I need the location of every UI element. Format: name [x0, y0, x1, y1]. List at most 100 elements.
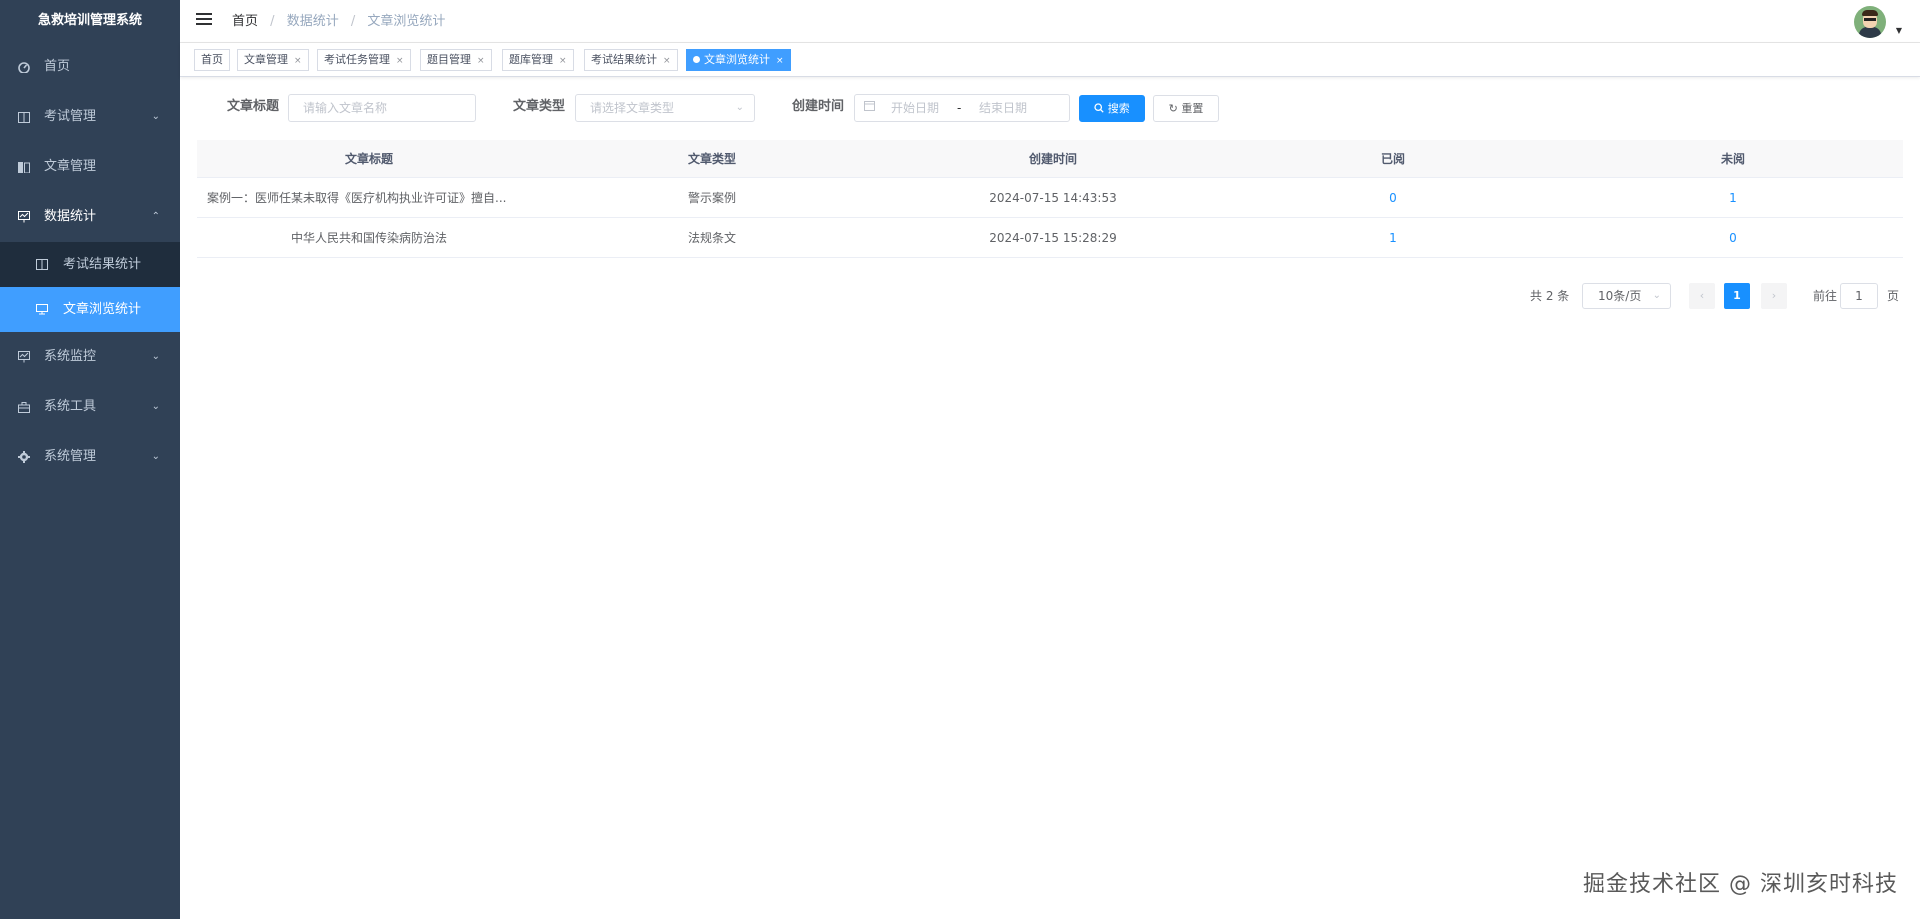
tag-article-management[interactable]: 文章管理 × [237, 49, 309, 71]
create-time-range-picker[interactable]: 开始日期 - 结束日期 [854, 94, 1070, 122]
columns-icon [17, 92, 31, 142]
dashboard-icon [17, 42, 31, 92]
search-button-label: 搜索 [1107, 102, 1130, 115]
tag-question-management[interactable]: 题目管理 × [420, 49, 492, 71]
sidebar-item-system-monitor[interactable]: 系统监控 ⌄ [0, 332, 180, 382]
close-icon[interactable]: × [294, 56, 302, 66]
cell-created-time: 2024-07-15 15:28:29 [989, 231, 1117, 245]
columns-icon [36, 242, 48, 287]
tag-article-view-stats[interactable]: 文章浏览统计 × [686, 49, 791, 71]
page-size-value: 10条/页 [1598, 289, 1642, 303]
goto-label: 前往 [1813, 289, 1838, 303]
start-date-placeholder[interactable]: 开始日期 [891, 95, 939, 121]
prev-page-button[interactable]: ‹ [1689, 283, 1715, 309]
breadcrumb-separator: / [270, 14, 275, 29]
hamburger-menu-icon[interactable] [196, 13, 212, 27]
navbar: 首页 / 数据统计 / 文章浏览统计 ▼ [180, 0, 1920, 43]
article-title-input[interactable]: 请输入文章名称 [288, 94, 476, 122]
breadcrumb: 首页 / 数据统计 / 文章浏览统计 [232, 0, 445, 43]
sidebar-item-system-tools[interactable]: 系统工具 ⌄ [0, 382, 180, 432]
column-header-read: 已阅 [1380, 152, 1405, 166]
tag-label: 考试任务管理 [324, 53, 390, 66]
sidebar-item-article-management[interactable]: 文章管理 [0, 142, 180, 192]
cell-created-time: 2024-07-15 14:43:53 [989, 191, 1117, 205]
table-row[interactable]: 案例一：医师任某未取得《医疗机构执业许可证》擅自... 警示案例 2024-07… [197, 178, 1903, 218]
tag-exam-task-management[interactable]: 考试任务管理 × [317, 49, 411, 71]
tag-home[interactable]: 首页 [194, 49, 230, 71]
close-icon[interactable]: × [559, 56, 567, 66]
cell-type: 警示案例 [687, 191, 736, 205]
sidebar-item-label: 考试管理 [44, 109, 97, 124]
page-number-button[interactable]: 1 [1724, 283, 1750, 309]
book-icon [17, 142, 31, 192]
active-dot-icon [693, 56, 700, 63]
chevron-down-icon: ⌄ [151, 351, 160, 362]
cell-read-count[interactable]: 0 [1223, 178, 1563, 218]
tag-label: 考试结果统计 [591, 53, 657, 66]
refresh-icon: ↻ [1168, 102, 1178, 115]
page-size-select[interactable]: 10条/页 ⌄ [1582, 283, 1671, 309]
avatar[interactable] [1854, 6, 1886, 38]
chart-icon [17, 192, 31, 242]
sidebar-item-system-management[interactable]: 系统管理 ⌄ [0, 432, 180, 482]
close-icon[interactable]: × [477, 56, 485, 66]
tag-label: 首页 [201, 53, 223, 66]
tag-label: 文章管理 [244, 53, 288, 66]
submenu-data-statistics: 考试结果统计 文章浏览统计 [0, 242, 180, 332]
screen-icon [36, 287, 48, 332]
search-button[interactable]: 搜索 [1079, 95, 1145, 122]
calendar-icon [864, 95, 875, 121]
breadcrumb-item-data-statistics: 数据统计 [286, 14, 339, 29]
article-title-placeholder: 请输入文章名称 [303, 101, 388, 115]
table-row[interactable]: 中华人民共和国传染病防治法 法规条文 2024-07-15 15:28:29 1… [197, 218, 1903, 258]
goto-page-value: 1 [1855, 289, 1863, 303]
next-page-button[interactable]: › [1761, 283, 1787, 309]
article-title-label: 文章标题 [227, 99, 280, 114]
cell-read-count[interactable]: 1 [1223, 218, 1563, 258]
article-view-stats-table: 文章标题 文章类型 创建时间 已阅 未阅 案例一：医师任某未取得《医疗机构执业许… [197, 140, 1903, 258]
gear-icon [17, 432, 31, 482]
sidebar-item-label: 文章浏览统计 [63, 302, 142, 317]
reset-button[interactable]: ↻ 重置 [1153, 95, 1219, 122]
range-separator: - [957, 101, 962, 115]
tag-exam-result-stats[interactable]: 考试结果统计 × [584, 49, 678, 71]
close-icon[interactable]: × [663, 56, 671, 66]
sidebar-item-label: 文章管理 [44, 159, 97, 174]
caret-down-icon[interactable]: ▼ [1896, 26, 1902, 35]
tag-label: 文章浏览统计 [704, 53, 770, 66]
chevron-down-icon: ⌄ [151, 111, 160, 122]
tag-question-bank-management[interactable]: 题库管理 × [502, 49, 574, 71]
chevron-left-icon: ‹ [1699, 289, 1705, 302]
breadcrumb-separator: / [350, 14, 356, 29]
cell-title: 中华人民共和国传染病防治法 [290, 231, 447, 245]
app-title: 急救培训管理系统 [37, 13, 142, 28]
sidebar-item-home[interactable]: 首页 [0, 42, 180, 92]
sidebar: 急救培训管理系统 首页 考试管理 ⌄ 文章管理 数据统计 ⌃ 考试结果统计 文章… [0, 0, 180, 919]
toolbox-icon [17, 382, 31, 432]
pagination-total: 共 2 条 [1530, 289, 1570, 303]
sidebar-item-article-view-stats[interactable]: 文章浏览统计 [0, 287, 180, 332]
table-header: 文章标题 文章类型 创建时间 已阅 未阅 [197, 140, 1903, 178]
monitor-icon [17, 332, 31, 382]
sidebar-item-exam-result-stats[interactable]: 考试结果统计 [0, 242, 180, 287]
tag-label: 题库管理 [509, 53, 553, 66]
cell-title: 案例一：医师任某未取得《医疗机构执业许可证》擅自... [207, 191, 507, 205]
cell-unread-count[interactable]: 0 [1563, 218, 1903, 258]
chevron-up-icon: ⌃ [151, 211, 160, 222]
chevron-down-icon: ⌄ [151, 401, 160, 412]
article-type-select[interactable]: 请选择文章类型 ⌄ [575, 94, 755, 122]
article-type-placeholder: 请选择文章类型 [590, 101, 675, 115]
breadcrumb-item-home[interactable]: 首页 [232, 14, 258, 29]
sidebar-item-label: 系统监控 [44, 349, 97, 364]
cell-unread-count[interactable]: 1 [1563, 178, 1903, 218]
search-icon [1094, 102, 1108, 115]
sidebar-item-exam-management[interactable]: 考试管理 ⌄ [0, 92, 180, 142]
goto-page-input[interactable]: 1 [1840, 283, 1878, 309]
close-icon[interactable]: × [396, 56, 404, 66]
close-icon[interactable]: × [776, 56, 784, 66]
sidebar-item-label: 首页 [44, 59, 71, 74]
column-header-type: 文章类型 [687, 152, 736, 166]
end-date-placeholder[interactable]: 结束日期 [979, 95, 1027, 121]
sidebar-item-data-statistics[interactable]: 数据统计 ⌃ [0, 192, 180, 242]
reset-button-label: 重置 [1181, 102, 1204, 115]
